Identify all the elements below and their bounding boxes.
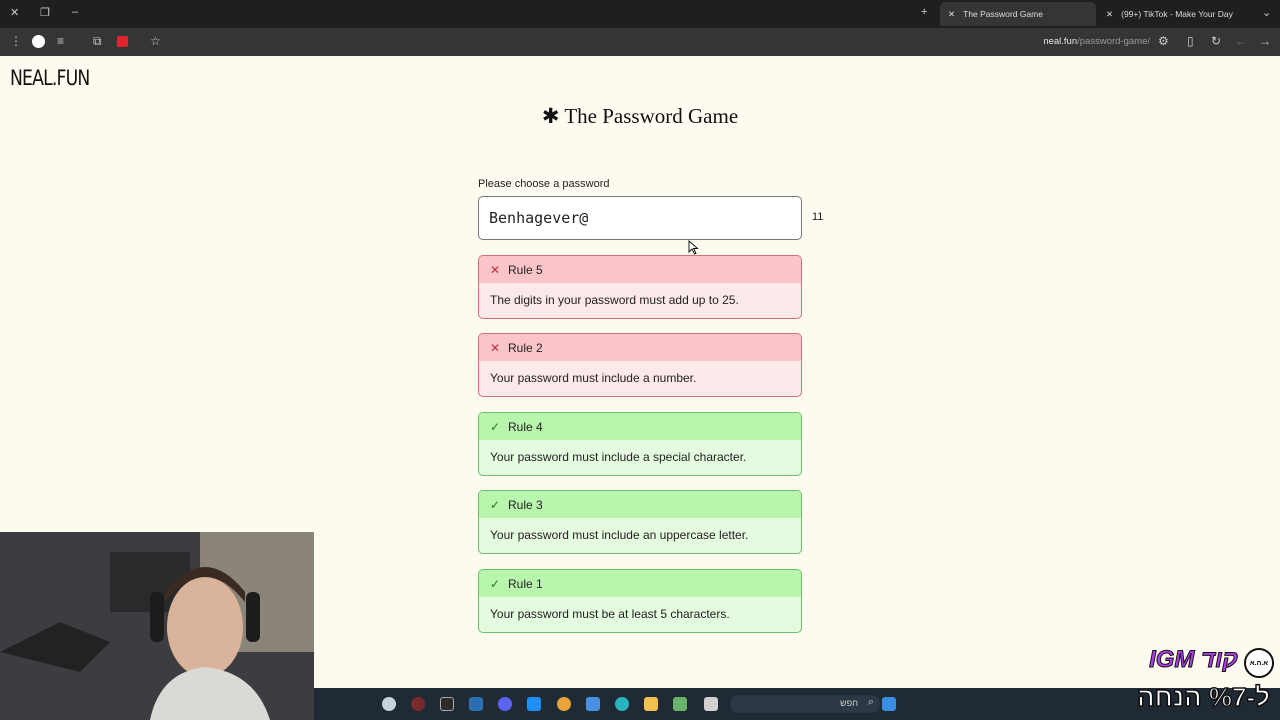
rule-title: Rule 2 (508, 340, 543, 355)
check-icon: ✓ (490, 497, 501, 512)
rule-header: ✕ Rule 5 (479, 256, 801, 283)
browser-toolbar: ⋮ ≡ ⧉ ☆ neal.fun/password-game/ ⚙ ▯ ↻ ← … (0, 28, 1280, 56)
password-label: Please choose a password (478, 178, 610, 190)
steam-icon[interactable] (469, 697, 483, 711)
tab-title: (99+) TikTok - Make Your Day (1121, 9, 1233, 19)
tab-menu-icon[interactable]: ⌄ (1262, 6, 1271, 19)
promo-line-2: ל-%7 הנחה (1136, 681, 1270, 713)
app-icon[interactable] (440, 697, 454, 711)
address-bar[interactable]: neal.fun/password-game/ (1043, 36, 1150, 47)
rule-text: Your password must include an uppercase … (490, 528, 749, 542)
rule-title: Rule 5 (508, 262, 543, 277)
chrome-icon[interactable] (557, 697, 571, 711)
site-settings-icon[interactable]: ⚙ (1158, 34, 1169, 48)
app-icon[interactable] (411, 697, 425, 711)
rule-text: Your password must be at least 5 charact… (490, 607, 730, 621)
rule-header: ✓ Rule 4 (479, 413, 801, 440)
folder-icon[interactable] (644, 697, 658, 711)
forward-icon[interactable]: ← (1235, 34, 1247, 48)
rule-title: Rule 3 (508, 497, 543, 512)
rule-card-2: ✕ Rule 2 Your password must include a nu… (478, 333, 802, 397)
record-icon[interactable] (117, 36, 128, 47)
promo-line-1: IGM קוד (1149, 646, 1239, 674)
browser-tab-strip: ✕ ❐ – + ✕ The Password Game ✕ (99+) TikT… (0, 0, 1280, 28)
tab-tiktok[interactable]: ✕ (99+) TikTok - Make Your Day (1098, 2, 1248, 26)
page-title-text: The Password Game (564, 104, 739, 128)
cross-icon: ✕ (490, 340, 501, 355)
new-tab-icon[interactable]: + (921, 6, 927, 18)
url-path: /password-game/ (1077, 36, 1150, 47)
restore-window-icon[interactable]: ❐ (40, 6, 50, 19)
search-placeholder: חפש (840, 698, 858, 708)
taskbar-search[interactable]: חפש ⌕ (730, 695, 880, 713)
rule-card-1: ✓ Rule 1 Your password must be at least … (478, 569, 802, 633)
password-input[interactable]: Benhagever@ (478, 196, 802, 240)
tab-close-icon[interactable]: ✕ (948, 9, 955, 20)
mouse-cursor-icon (688, 240, 699, 255)
app-icon[interactable] (704, 697, 718, 711)
password-value: Benhagever@ (489, 209, 589, 227)
edge-icon[interactable] (615, 697, 629, 711)
tab-title: The Password Game (963, 9, 1043, 19)
rule-header: ✓ Rule 3 (479, 491, 801, 518)
check-icon: ✓ (490, 419, 501, 434)
menu-dots-icon[interactable]: ⋮ (10, 34, 22, 48)
page-title: ✱ The Password Game (0, 104, 1280, 129)
streamer-figure (0, 532, 314, 720)
reader-mode-icon[interactable]: ▯ (1187, 34, 1194, 48)
tab-password-game[interactable]: ✕ The Password Game (940, 2, 1096, 26)
site-logo[interactable]: NEAL.FUN (10, 66, 90, 90)
store-icon[interactable] (586, 697, 600, 711)
discord-icon[interactable] (498, 697, 512, 711)
minimize-window-icon[interactable]: – (72, 6, 78, 18)
bookmark-star-icon[interactable]: ☆ (150, 34, 161, 48)
rule-text: Your password must include a number. (490, 371, 697, 385)
cross-icon: ✕ (490, 262, 501, 277)
close-window-icon[interactable]: ✕ (10, 6, 19, 19)
search-icon: ⌕ (867, 696, 874, 708)
windows-start-icon[interactable] (882, 697, 896, 711)
rule-text: The digits in your password must add up … (490, 293, 739, 307)
rule-card-5: ✕ Rule 5 The digits in your password mus… (478, 255, 802, 319)
playlist-icon[interactable]: ≡ (57, 34, 64, 48)
check-icon: ✓ (490, 576, 501, 591)
app-icon[interactable] (382, 697, 396, 711)
promo-badge: א.ה.א (1244, 648, 1274, 678)
back-icon[interactable]: → (1259, 34, 1271, 48)
url-host: neal.fun (1043, 36, 1078, 47)
asterisk-icon: ✱ (541, 104, 560, 128)
rule-title: Rule 4 (508, 419, 543, 434)
rule-card-3: ✓ Rule 3 Your password must include an u… (478, 490, 802, 554)
webcam-overlay (0, 532, 314, 720)
rule-header: ✓ Rule 1 (479, 570, 801, 597)
rule-card-4: ✓ Rule 4 Your password must include a sp… (478, 412, 802, 476)
rule-header: ✕ Rule 2 (479, 334, 801, 361)
tab-close-icon[interactable]: ✕ (1106, 9, 1113, 20)
extensions-icon[interactable]: ⧉ (93, 34, 102, 49)
rule-text: Your password must include a special cha… (490, 450, 747, 464)
rule-title: Rule 1 (508, 576, 543, 591)
reload-icon[interactable]: ↻ (1211, 34, 1221, 48)
password-length: 11 (812, 211, 824, 223)
profile-icon[interactable] (32, 35, 45, 48)
app-icon[interactable] (673, 697, 687, 711)
promo-overlay: א.ה.א IGM קוד ל-%7 הנחה (1078, 644, 1274, 720)
app-icon[interactable] (527, 697, 541, 711)
